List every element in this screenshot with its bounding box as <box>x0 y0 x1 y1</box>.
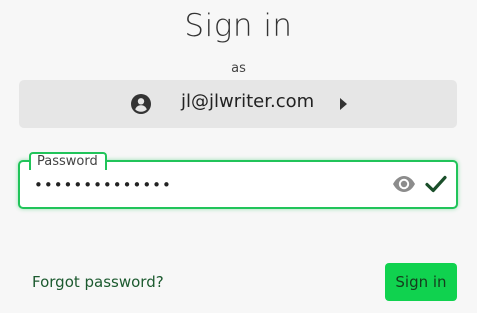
password-field[interactable]: Password <box>18 152 458 209</box>
page-title: Sign in <box>184 8 293 44</box>
forgot-password-link[interactable]: Forgot password? <box>32 273 164 291</box>
sign-in-page: Sign in as jl@jlwriter.com Password Forg… <box>0 0 477 313</box>
eye-icon[interactable] <box>392 175 416 193</box>
sign-in-button[interactable]: Sign in <box>385 263 457 301</box>
password-label: Password <box>29 152 107 170</box>
password-input[interactable] <box>34 174 384 196</box>
as-label: as <box>231 61 246 76</box>
account-email: jl@jlwriter.com <box>181 91 315 112</box>
account-selector[interactable]: jl@jlwriter.com <box>19 80 457 128</box>
chevron-right-icon <box>340 98 347 110</box>
check-icon <box>425 175 447 193</box>
user-circle-icon <box>131 94 151 114</box>
